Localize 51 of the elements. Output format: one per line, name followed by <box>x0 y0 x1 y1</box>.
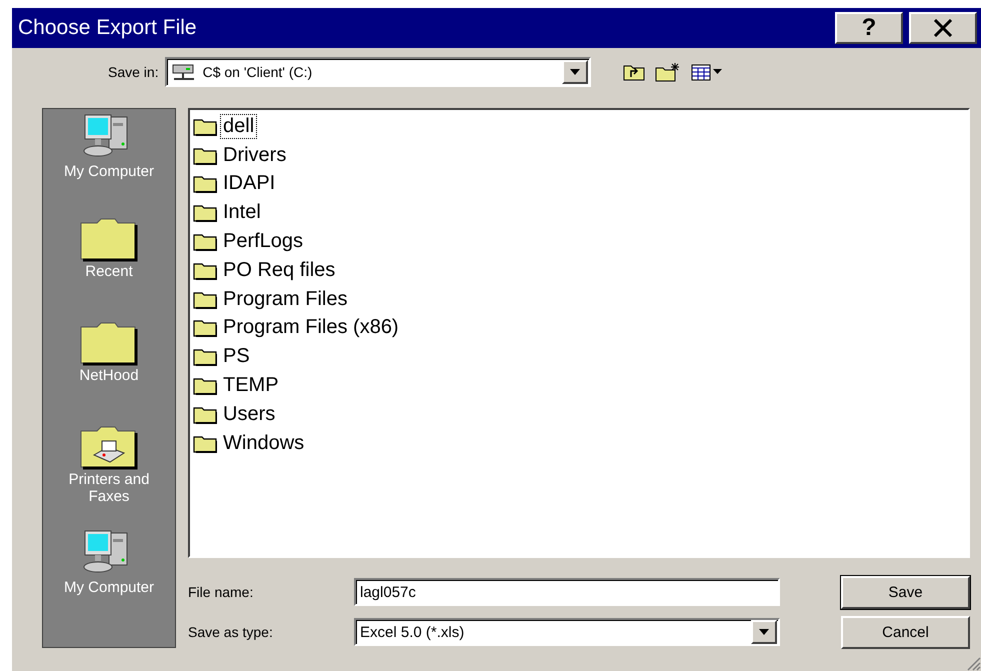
window-title: Choose Export File <box>18 16 198 40</box>
folder-icon <box>193 116 217 136</box>
folder-item[interactable]: PS <box>220 344 253 370</box>
caret-icon <box>759 629 769 635</box>
save-button[interactable]: Save <box>841 576 970 608</box>
folder-item[interactable]: TEMP <box>220 373 282 398</box>
folder-item[interactable]: Program Files <box>220 286 350 312</box>
place-label[interactable]: NetHood <box>49 367 169 384</box>
folder-icon <box>193 203 217 222</box>
folder-icon <box>193 232 217 252</box>
place-label[interactable]: My Computer <box>49 163 169 180</box>
cancel-button[interactable]: Cancel <box>841 616 970 648</box>
folder-item[interactable]: Windows <box>220 430 308 456</box>
folder-item[interactable]: Program Files (x86) <box>220 315 402 340</box>
up-folder-icon[interactable] <box>622 63 645 81</box>
folder-icon <box>193 434 217 453</box>
network-drive-icon <box>170 62 197 82</box>
folder-item[interactable]: dell <box>220 114 258 139</box>
folder-icon[interactable] <box>80 217 138 263</box>
view-menu-icon[interactable] <box>690 63 723 81</box>
folder-icon <box>193 318 217 338</box>
file-name-label: File name: <box>188 584 254 600</box>
folder-item[interactable]: PO Req files <box>220 258 338 283</box>
save-as-type-dropdown[interactable]: Excel 5.0 (*.xls) <box>354 618 780 646</box>
folder-icon <box>193 146 217 165</box>
folder-item[interactable]: Drivers <box>220 142 290 168</box>
help-button[interactable]: ? <box>835 12 903 44</box>
file-name-field[interactable]: lagl057c <box>354 578 780 606</box>
folder-icon[interactable] <box>80 321 138 367</box>
folder-icon <box>193 376 217 396</box>
save-in-label: Save in: <box>108 64 159 80</box>
folder-icon <box>193 174 217 194</box>
caret-icon <box>570 69 580 75</box>
save-as-type-label: Save as type: <box>188 624 274 640</box>
close-icon <box>933 19 953 37</box>
save-in-dropdown[interactable]: C$ on 'Client' (C:) <box>164 57 591 87</box>
folder-icon <box>193 347 217 366</box>
printer-folder-icon[interactable] <box>80 425 138 471</box>
folder-icon <box>193 290 217 309</box>
folder-item[interactable]: Intel <box>220 200 264 226</box>
folder-icon <box>193 260 217 280</box>
resize-grip-icon[interactable] <box>965 655 981 671</box>
close-button[interactable] <box>909 12 977 44</box>
folder-icon <box>193 404 217 424</box>
place-label[interactable]: My Computer <box>49 579 169 596</box>
folder-item[interactable]: IDAPI <box>220 171 278 196</box>
place-label[interactable]: Printers and Faxes <box>49 471 169 505</box>
place-label[interactable]: Recent <box>49 263 169 280</box>
folder-item[interactable]: PerfLogs <box>220 229 306 254</box>
new-folder-icon[interactable] <box>654 62 681 82</box>
folder-item[interactable]: Users <box>220 402 278 427</box>
